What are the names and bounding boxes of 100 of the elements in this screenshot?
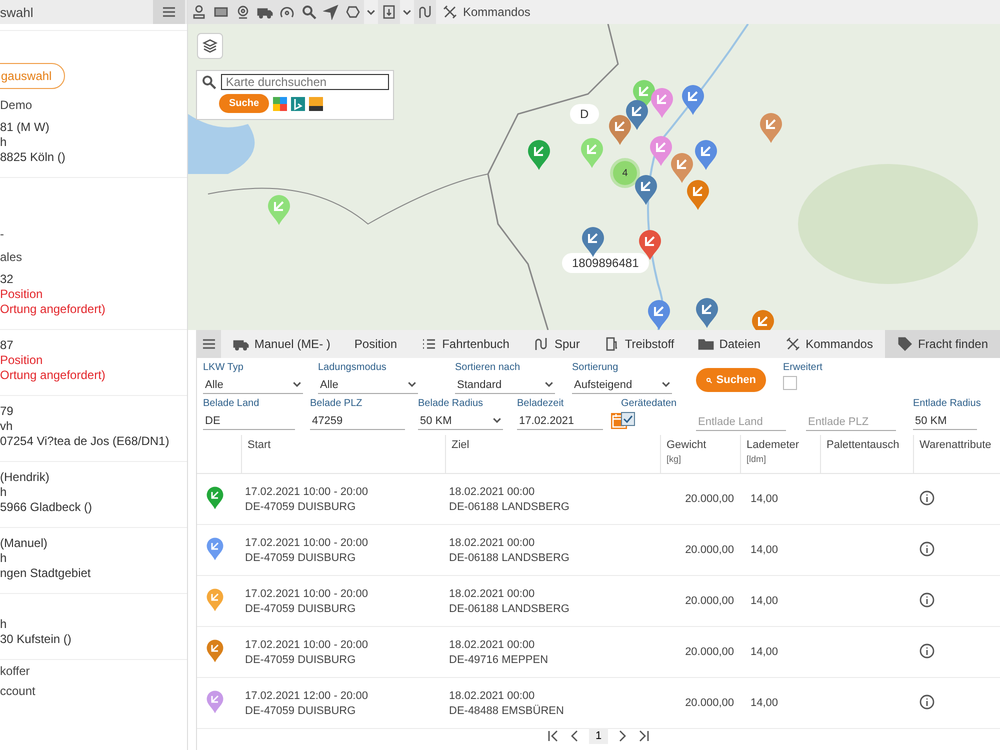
map-search-field[interactable]: Karte durchsuchen (220, 74, 389, 90)
vehicle-info: 5966 Gladbeck () (0, 500, 94, 515)
group-label: ales (0, 250, 22, 264)
vehicle-name: 81 (M W) (0, 120, 50, 135)
input-field[interactable]: Entlade Land (696, 413, 786, 431)
vehicle-entry[interactable]: (Manuel) h ngen Stadtgebiet (0, 528, 187, 594)
panel-tab[interactable]: Kommandos (772, 330, 885, 358)
map-marker[interactable] (267, 194, 291, 226)
panel-tab[interactable]: Position (342, 330, 410, 358)
vehicle-info: h (0, 135, 8, 150)
start-time: 17.02.2021 12:00 - 20:00 (245, 690, 369, 702)
vehicle-entry[interactable]: 81 (M W) h 8825 Köln () (0, 112, 187, 178)
end-time: 18.02.2021 00:00 (449, 690, 536, 702)
map-marker[interactable] (670, 152, 694, 184)
map-marker[interactable] (581, 226, 605, 258)
info-icon[interactable] (919, 540, 935, 556)
map-marker[interactable] (759, 112, 783, 144)
tools-icon (442, 4, 458, 20)
map-marker[interactable] (681, 84, 705, 116)
input-field[interactable]: DE (203, 412, 295, 430)
checkbox[interactable] (621, 412, 635, 426)
end-place: DE-48488 EMSBÜREN (449, 704, 565, 716)
sidebar-link[interactable]: ccount (0, 684, 36, 698)
select-field[interactable]: Aufsteigend (572, 376, 672, 394)
track-icon (533, 336, 550, 352)
end-time: 18.02.2021 00:00 (449, 638, 536, 650)
vehicle-info: 30 Kufstein () (0, 632, 72, 647)
end-place: DE-06188 LANDSBERG (449, 552, 570, 564)
info-icon[interactable] (919, 592, 935, 608)
select-field[interactable]: 50 KM (418, 412, 503, 430)
input-field[interactable]: 47259 (310, 412, 405, 430)
caret-icon (545, 382, 553, 387)
sidebar-title: swahl (0, 4, 34, 20)
vehicle-entry[interactable]: 32 Position Ortung angefordert) (0, 264, 187, 330)
menu-button[interactable] (153, 0, 185, 24)
select-field[interactable]: Standard (455, 376, 555, 394)
vehicle-info: 8825 Köln () (0, 150, 66, 165)
vehicle-tab[interactable]: Manuel (ME- ) (221, 330, 342, 358)
input-field[interactable]: Entlade PLZ (806, 413, 896, 431)
map-marker[interactable] (686, 179, 710, 211)
map-marker[interactable] (649, 135, 673, 167)
map-marker[interactable] (580, 137, 604, 169)
vehicle-entry[interactable]: 79 vh 07254 Vi?tea de Jos (E68/DN1) (0, 396, 187, 462)
vehicle-name: 32 (0, 272, 14, 287)
panel-tab[interactable]: Fahrtenbuch (409, 330, 522, 358)
panel-tab[interactable]: Treibstoff (592, 330, 686, 358)
vehicle-info: Ortung angefordert) (0, 368, 106, 383)
weight-cell: 20.000,00 (685, 493, 734, 505)
vehicle-info: 07254 Vi?tea de Jos (E68/DN1) (0, 434, 170, 449)
map-provider-icon[interactable] (309, 96, 324, 110)
toolbar-button[interactable] (188, 0, 210, 24)
column-header: Start (248, 439, 272, 451)
loading-meter-cell: 14,00 (750, 697, 778, 709)
start-place: DE-47059 DUISBURG (245, 500, 357, 512)
loading-meter-cell: 14,00 (750, 595, 778, 607)
end-place: DE-06188 LANDSBERG (449, 602, 570, 614)
map-marker[interactable] (695, 297, 719, 329)
field-label: Ladungsmodus (318, 362, 388, 373)
map-marker[interactable] (694, 139, 718, 171)
weight-cell: 20.000,00 (685, 697, 734, 709)
map-marker[interactable] (634, 174, 658, 206)
vehicle-entry[interactable]: 87 Position Ortung angefordert) (0, 330, 187, 396)
map-marker[interactable] (647, 299, 671, 330)
track-icon (417, 4, 433, 20)
layers-button[interactable] (197, 33, 223, 59)
vehicle-map-label[interactable]: 1809896481 (562, 253, 649, 273)
column-header: Gewicht (666, 439, 708, 451)
input-field[interactable]: 50 KM (913, 412, 977, 430)
page-button[interactable]: 1 (589, 728, 608, 744)
info-icon[interactable] (919, 490, 935, 506)
map-marker[interactable] (650, 87, 674, 119)
field-label: Belade Land (203, 398, 260, 409)
map-marker[interactable] (608, 114, 632, 146)
sidebar-link[interactable]: koffer (0, 664, 30, 678)
date-field[interactable]: 17.02.2021 (517, 412, 603, 430)
map-marker[interactable] (527, 139, 551, 171)
info-icon[interactable] (919, 694, 935, 710)
panel-tab[interactable]: Fracht finden (884, 330, 1000, 358)
toolbar-button[interactable] (342, 0, 364, 24)
info-icon[interactable] (919, 642, 935, 658)
vehicle-entry[interactable]: h 30 Kufstein () (0, 594, 187, 660)
column-header: Ziel (452, 439, 470, 451)
menu-button[interactable] (197, 330, 222, 358)
caret-icon (662, 382, 670, 387)
end-time: 18.02.2021 00:00 (449, 588, 536, 600)
map-marker[interactable] (625, 99, 649, 131)
select-field[interactable]: Alle (203, 376, 303, 394)
vehicle-entry[interactable]: (Hendrik) h 5966 Gladbeck () (0, 462, 187, 528)
map-marker[interactable] (638, 229, 662, 261)
checkbox[interactable] (783, 376, 797, 390)
toolbar-button[interactable] (378, 0, 400, 24)
tools-icon (784, 336, 801, 352)
group-label: Demo (0, 98, 32, 112)
panel-tab[interactable]: Dateien (686, 330, 773, 358)
select-field[interactable]: Alle (318, 376, 418, 394)
end-place: DE-49716 MEPPEN (449, 654, 550, 666)
panel-tab[interactable]: Spur (521, 330, 592, 358)
weight-cell: 20.000,00 (685, 595, 734, 607)
toolbar-button[interactable] (414, 0, 436, 24)
calendar-icon (611, 413, 627, 429)
